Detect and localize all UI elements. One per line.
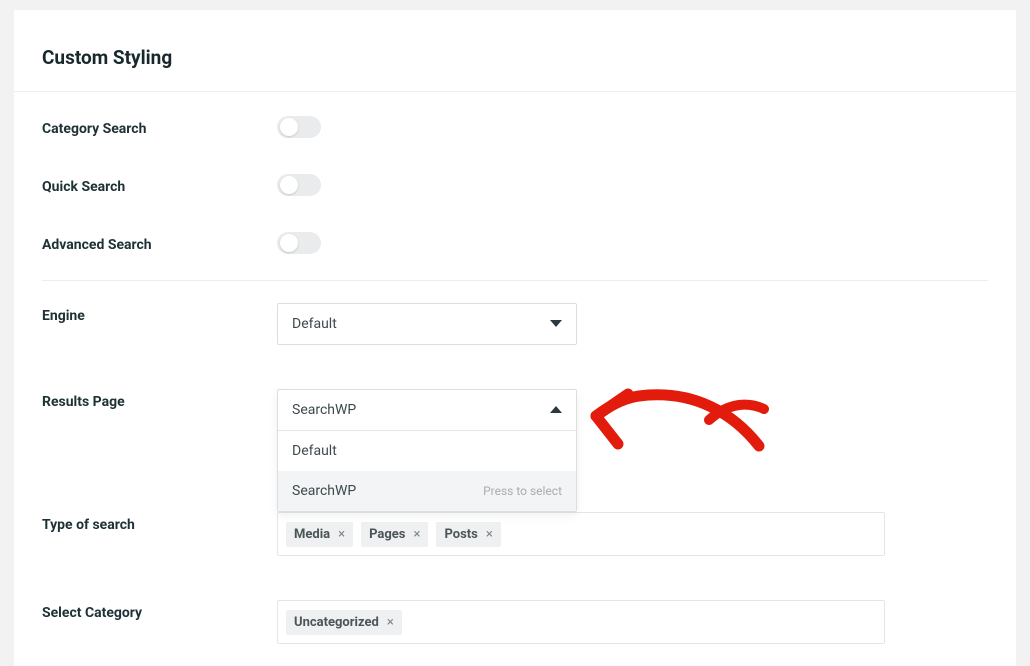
row-advanced-search: Advanced Search	[42, 214, 988, 272]
select-category-label: Select Category	[42, 605, 142, 621]
label-col: Results Page	[42, 389, 277, 410]
label-col: Category Search	[42, 116, 277, 137]
tag-media[interactable]: Media ×	[286, 522, 353, 547]
label-col: Type of search	[42, 512, 277, 533]
advanced-search-label: Advanced Search	[42, 237, 152, 253]
tag-posts[interactable]: Posts ×	[436, 522, 500, 547]
quick-search-label: Quick Search	[42, 179, 125, 195]
page-title: Custom Styling	[42, 46, 988, 69]
chevron-up-icon	[550, 406, 562, 414]
close-icon[interactable]: ×	[387, 615, 394, 630]
label-col: Engine	[42, 303, 277, 324]
toggle-knob	[280, 118, 298, 136]
results-page-label: Results Page	[42, 394, 125, 410]
control-col: Uncategorized ×	[277, 600, 988, 644]
engine-label: Engine	[42, 308, 85, 324]
chevron-down-icon	[550, 320, 562, 328]
panel-header: Custom Styling	[14, 10, 1016, 92]
option-hint: Press to select	[483, 484, 562, 498]
control-col	[277, 116, 988, 138]
tag-label: Media	[294, 527, 330, 542]
toggle-knob	[280, 234, 298, 252]
control-col	[277, 232, 988, 254]
row-category-search: Category Search	[42, 98, 988, 156]
close-icon[interactable]: ×	[413, 527, 420, 542]
toggle-knob	[280, 176, 298, 194]
label-col: Advanced Search	[42, 232, 277, 253]
control-col: SearchWP Default SearchWP Press to selec…	[277, 389, 988, 512]
category-search-label: Category Search	[42, 121, 146, 137]
option-label: Default	[292, 443, 337, 459]
settings-panel: Custom Styling Category Search Quick Sea…	[14, 10, 1016, 666]
results-page-dropdown: Default SearchWP Press to select	[278, 430, 576, 511]
label-col: Select Category	[42, 600, 277, 621]
type-of-search-label: Type of search	[42, 517, 135, 533]
tag-label: Posts	[444, 527, 477, 542]
quick-search-toggle[interactable]	[277, 174, 321, 196]
control-col: Media × Pages × Posts ×	[277, 512, 988, 556]
option-label: SearchWP	[292, 483, 356, 499]
advanced-search-toggle[interactable]	[277, 232, 321, 254]
engine-selected-value: Default	[292, 316, 337, 332]
row-engine: Engine Default	[42, 281, 988, 367]
results-page-select-display[interactable]: SearchWP	[278, 390, 576, 430]
control-col: Default	[277, 303, 988, 345]
engine-select[interactable]: Default	[277, 303, 577, 345]
tag-pages[interactable]: Pages ×	[361, 522, 428, 547]
select-category-tags[interactable]: Uncategorized ×	[277, 600, 885, 644]
tag-uncategorized[interactable]: Uncategorized ×	[286, 610, 402, 635]
results-page-option-searchwp[interactable]: SearchWP Press to select	[278, 471, 576, 511]
close-icon[interactable]: ×	[486, 527, 493, 542]
close-icon[interactable]: ×	[338, 527, 345, 542]
row-select-category: Select Category Uncategorized ×	[42, 578, 988, 666]
tag-label: Pages	[369, 527, 405, 542]
tag-label: Uncategorized	[294, 615, 379, 630]
type-of-search-tags[interactable]: Media × Pages × Posts ×	[277, 512, 885, 556]
label-col: Quick Search	[42, 174, 277, 195]
engine-select-display[interactable]: Default	[278, 304, 576, 344]
results-page-select[interactable]: SearchWP Default SearchWP Press to selec…	[277, 389, 577, 512]
category-search-toggle[interactable]	[277, 116, 321, 138]
results-page-selected-value: SearchWP	[292, 402, 356, 418]
results-page-option-default[interactable]: Default	[278, 431, 576, 471]
control-col	[277, 174, 988, 196]
row-quick-search: Quick Search	[42, 156, 988, 214]
panel-body: Category Search Quick Search Advanced	[14, 92, 1016, 666]
